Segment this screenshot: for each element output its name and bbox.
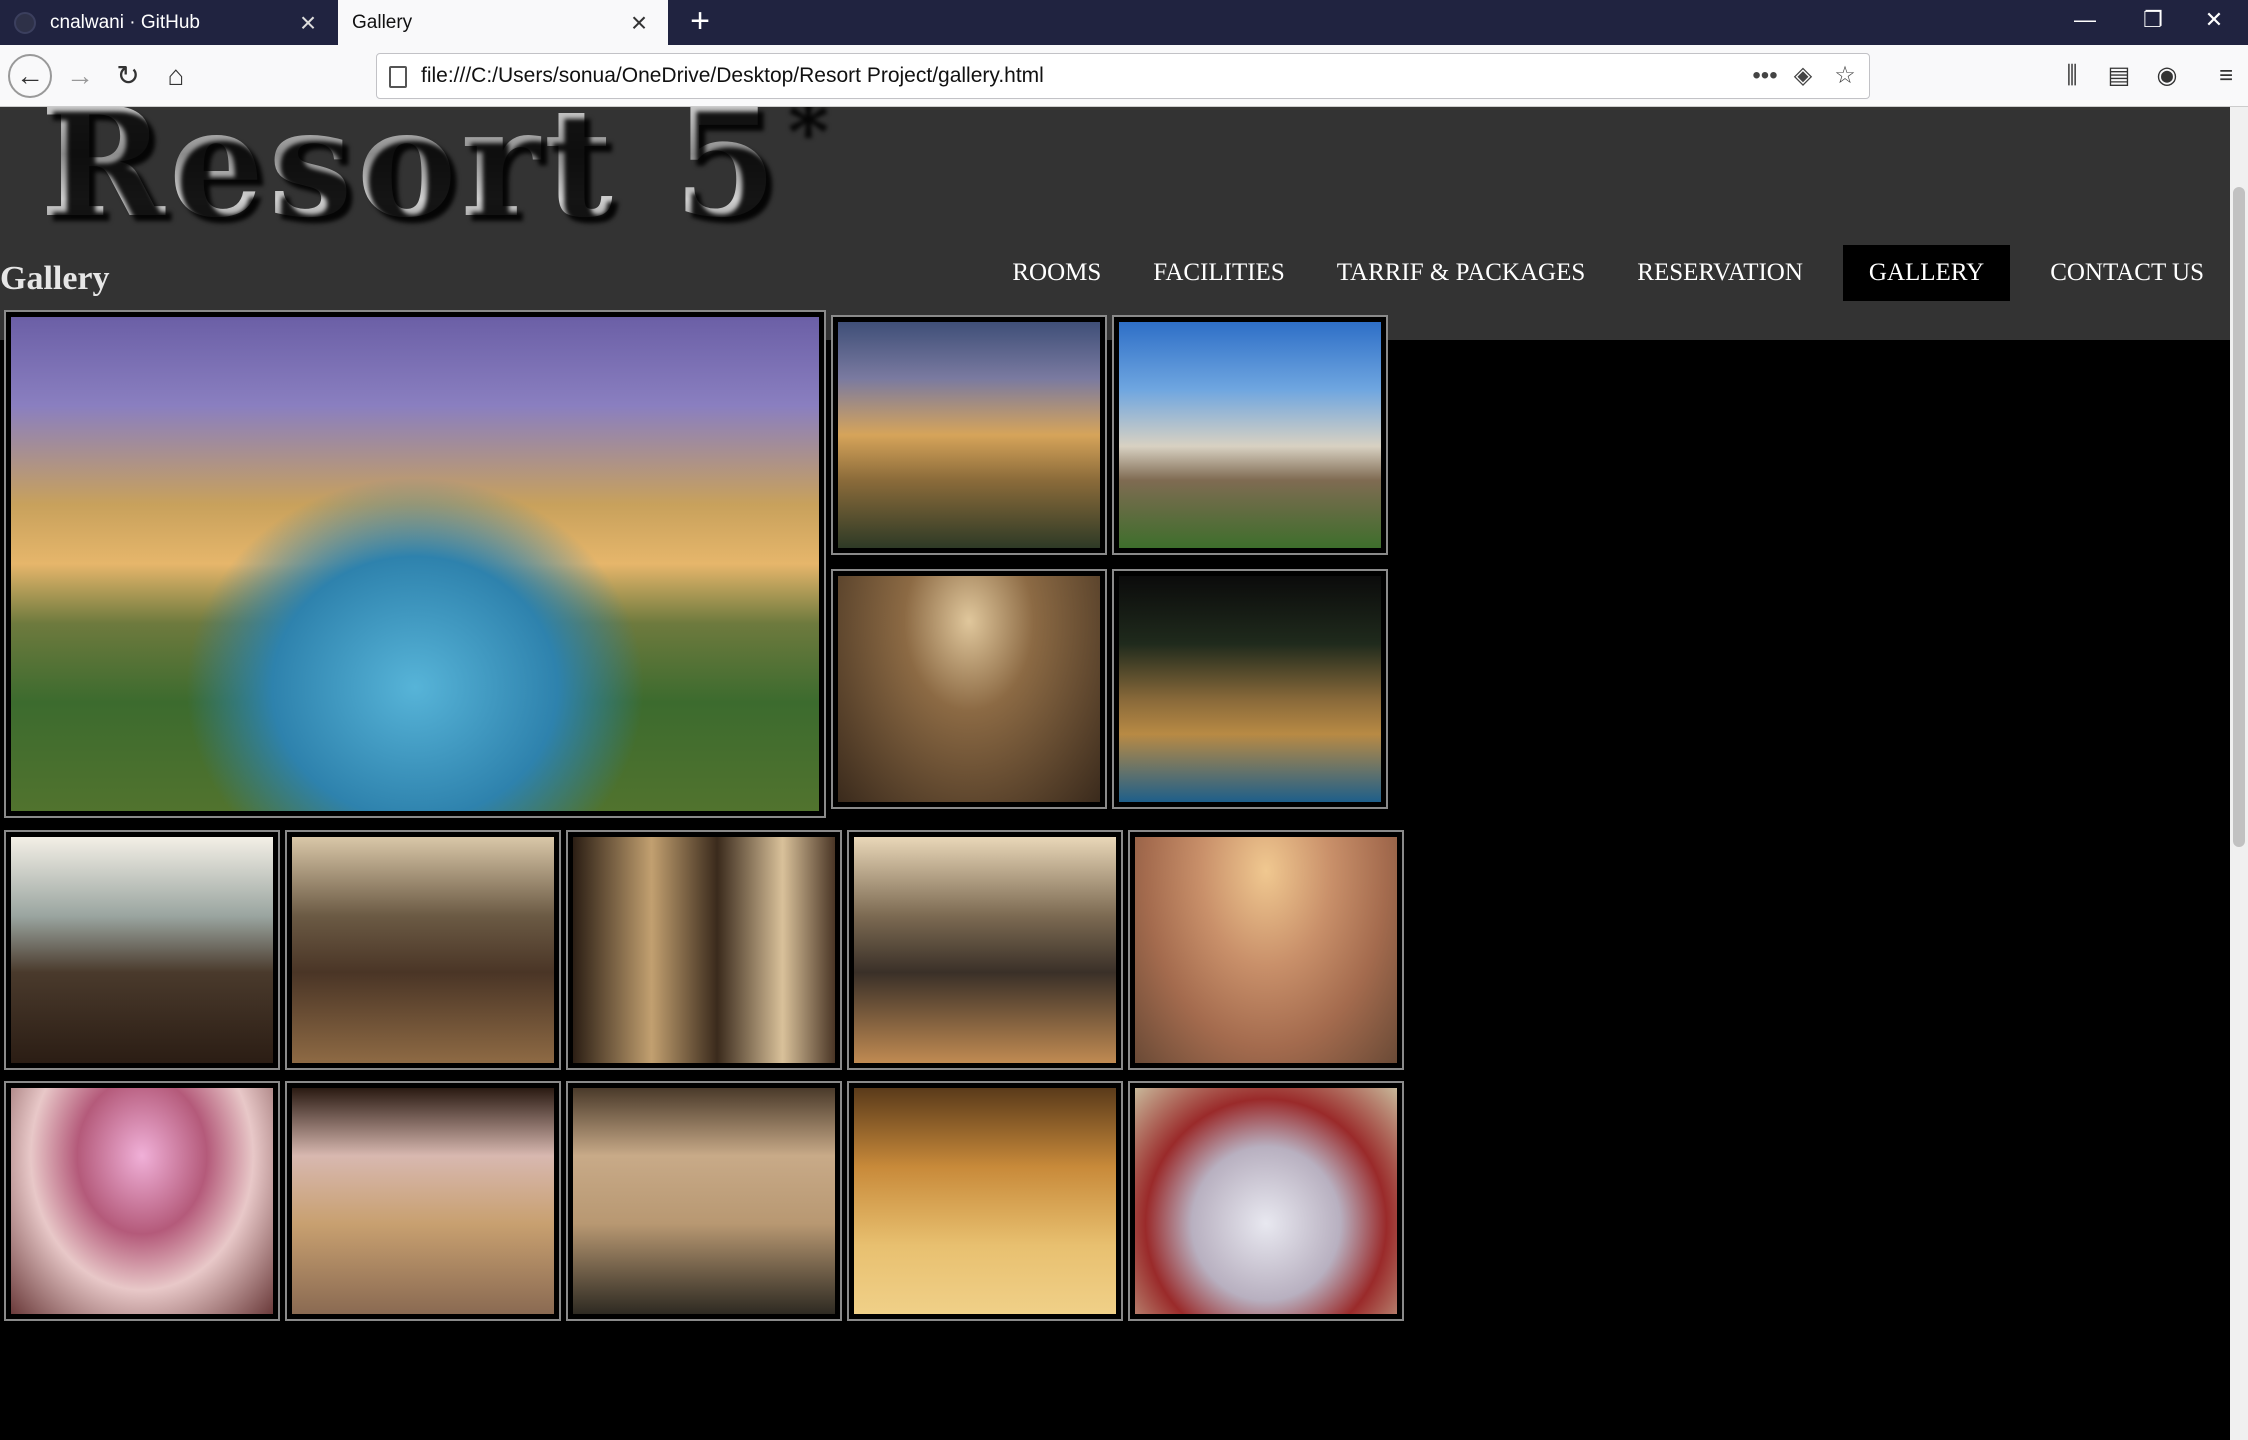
resort-logo[interactable]: Resort 5* bbox=[40, 107, 827, 253]
gallery-photo[interactable] bbox=[285, 1081, 561, 1321]
dining-hall-image bbox=[11, 837, 273, 1063]
library-icon[interactable]: ⫼ bbox=[2050, 54, 2094, 98]
url-text[interactable]: file:///C:/Users/sonua/OneDrive/Desktop/… bbox=[421, 54, 1044, 98]
new-tab-button[interactable]: + bbox=[680, 0, 720, 45]
navigation-toolbar: ← → ↻ ⌂ file:///C:/Users/sonua/OneDrive/… bbox=[0, 45, 2248, 107]
gallery-photo[interactable] bbox=[4, 310, 826, 818]
resort-pool-night-image bbox=[11, 317, 819, 811]
tab-gallery[interactable]: Gallery × bbox=[338, 0, 668, 45]
gallery-photo[interactable] bbox=[831, 569, 1107, 809]
reload-icon[interactable]: ↻ bbox=[106, 54, 150, 98]
close-icon[interactable]: × bbox=[624, 8, 654, 37]
tab-title: cnalwani · GitHub bbox=[50, 11, 200, 33]
restore-button[interactable]: ❐ bbox=[2119, 0, 2187, 45]
main-menu: ROOMS FACILITIES TARRIF & PACKAGES RESER… bbox=[986, 245, 2230, 301]
close-window-button[interactable]: ✕ bbox=[2180, 0, 2248, 45]
tab-github[interactable]: cnalwani · GitHub × bbox=[0, 0, 337, 45]
menu-contact-us[interactable]: CONTACT US bbox=[2024, 245, 2230, 301]
menu-gallery[interactable]: GALLERY bbox=[1842, 245, 2011, 301]
gym-image bbox=[854, 837, 1116, 1063]
resort-exterior-dusk-image bbox=[838, 322, 1100, 548]
sidebar-icon[interactable]: ▤ bbox=[2097, 54, 2141, 98]
minimize-button[interactable]: — bbox=[2051, 0, 2119, 45]
menu-facilities[interactable]: FACILITIES bbox=[1127, 245, 1310, 301]
more-actions-icon[interactable]: ••• bbox=[1747, 54, 1783, 98]
github-favicon-icon bbox=[14, 11, 36, 34]
gallery-photo[interactable] bbox=[4, 830, 280, 1070]
forward-arrow-icon[interactable]: → bbox=[58, 54, 102, 98]
home-icon[interactable]: ⌂ bbox=[154, 54, 198, 98]
gallery-photo[interactable] bbox=[4, 1081, 280, 1321]
cafe-interior-image bbox=[292, 837, 554, 1063]
site-header: Resort 5* ROOMS FACILITIES TARRIF & PACK… bbox=[0, 107, 2230, 340]
menu-reservation[interactable]: RESERVATION bbox=[1611, 245, 1829, 301]
vertical-scrollbar[interactable] bbox=[2230, 107, 2248, 1440]
gallery-photo[interactable] bbox=[1112, 569, 1388, 809]
gallery-photo[interactable] bbox=[285, 830, 561, 1070]
gallery-photo[interactable] bbox=[566, 1081, 842, 1321]
menu-rooms[interactable]: ROOMS bbox=[986, 245, 1127, 301]
tab-bar: cnalwani · GitHub × Gallery × + — ❐ ✕ bbox=[0, 0, 2248, 45]
conference-hall-image bbox=[854, 1088, 1116, 1314]
bookmark-star-icon[interactable]: ☆ bbox=[1827, 54, 1863, 98]
spa-room-image bbox=[573, 837, 835, 1063]
poolside-gazebo-night-image bbox=[1119, 576, 1381, 802]
lounge-image bbox=[1135, 837, 1397, 1063]
pocket-icon[interactable]: ◈ bbox=[1785, 54, 1821, 98]
scrollbar-thumb[interactable] bbox=[2233, 187, 2245, 847]
menu-icon[interactable]: ≡ bbox=[2204, 54, 2248, 98]
gallery-photo[interactable] bbox=[1112, 315, 1388, 555]
page-icon bbox=[389, 66, 407, 88]
page-title: Gallery bbox=[0, 260, 110, 297]
address-bar[interactable]: file:///C:/Users/sonua/OneDrive/Desktop/… bbox=[376, 53, 1870, 99]
account-icon[interactable]: ◉ bbox=[2145, 54, 2189, 98]
grand-staircase-image bbox=[292, 1088, 554, 1314]
menu-tarrif-packages[interactable]: TARRIF & PACKAGES bbox=[1311, 245, 1612, 301]
gallery-photo[interactable] bbox=[847, 1081, 1123, 1321]
back-arrow-icon[interactable]: ← bbox=[8, 54, 52, 98]
tab-title: Gallery bbox=[352, 11, 413, 33]
reception-desk-image bbox=[573, 1088, 835, 1314]
gallery-photo[interactable] bbox=[831, 315, 1107, 555]
gallery-photo[interactable] bbox=[1128, 830, 1404, 1070]
restaurant-interior-image bbox=[838, 576, 1100, 802]
resort-aerial-day-image bbox=[1119, 322, 1381, 548]
banquet-hall-image bbox=[1135, 1088, 1397, 1314]
gallery-photo[interactable] bbox=[847, 830, 1123, 1070]
page-viewport: Resort 5* ROOMS FACILITIES TARRIF & PACK… bbox=[0, 107, 2230, 1440]
close-icon[interactable]: × bbox=[293, 8, 323, 37]
logo-star: * bbox=[781, 107, 828, 173]
gallery-photo[interactable] bbox=[1128, 1081, 1404, 1321]
logo-text: Resort 5 bbox=[40, 107, 782, 251]
gallery-photo[interactable] bbox=[566, 830, 842, 1070]
lobby-dome-image bbox=[11, 1088, 273, 1314]
